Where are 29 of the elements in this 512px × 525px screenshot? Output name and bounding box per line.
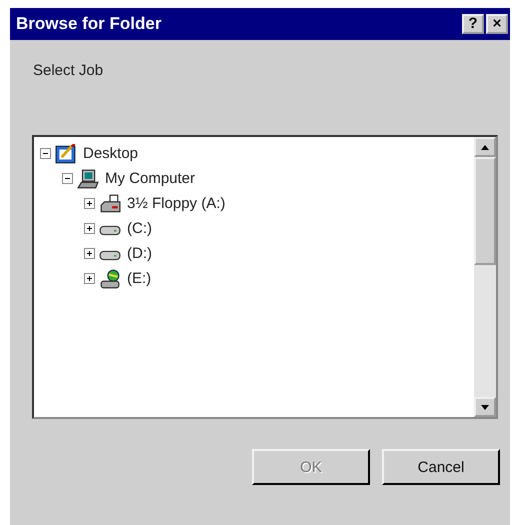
tree-item[interactable]: 3½ Floppy (A:) (127, 195, 226, 212)
desktop-icon (55, 144, 77, 164)
help-button[interactable]: ? (462, 14, 484, 34)
tree-item[interactable]: Desktop (83, 145, 138, 162)
tree-item[interactable]: (C:) (127, 220, 152, 237)
prompt-label: Select Job (33, 62, 104, 79)
floppy-drive-icon (99, 194, 121, 214)
drive-icon (99, 250, 121, 261)
network-drive-icon (99, 268, 121, 288)
expander-icon[interactable] (84, 198, 95, 209)
expander-icon[interactable] (40, 148, 51, 159)
scroll-down-button[interactable] (474, 397, 496, 417)
scroll-up-button[interactable] (474, 137, 496, 157)
close-button[interactable]: × (486, 14, 508, 34)
scroll-thumb[interactable] (474, 157, 496, 265)
expander-icon[interactable] (84, 223, 95, 234)
expander-icon[interactable] (84, 273, 95, 284)
expander-icon[interactable] (62, 173, 73, 184)
cancel-button[interactable]: Cancel (382, 449, 500, 485)
computer-icon (77, 168, 99, 188)
tree-item[interactable]: (E:) (127, 270, 152, 287)
window-title: Browse for Folder (16, 14, 162, 34)
up-arrow-icon (481, 144, 489, 150)
expander-icon[interactable] (84, 248, 95, 259)
tree-item[interactable]: (D:) (127, 245, 152, 262)
down-arrow-icon (481, 404, 489, 410)
tree-item[interactable]: My Computer (105, 170, 196, 187)
drive-icon (99, 225, 121, 236)
vertical-scrollbar[interactable] (474, 137, 496, 417)
